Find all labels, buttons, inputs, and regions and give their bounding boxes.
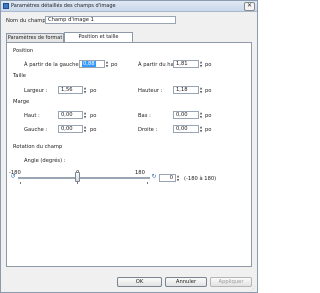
position-heading: Position bbox=[13, 48, 34, 54]
height-spinner[interactable]: ▲ ▼ bbox=[199, 86, 203, 94]
spin-down-icon[interactable]: ▼ bbox=[83, 90, 87, 94]
slider-tick bbox=[147, 182, 148, 184]
height-unit: po bbox=[205, 88, 212, 94]
spin-down-icon[interactable]: ▼ bbox=[176, 178, 180, 182]
size-heading: Taille bbox=[13, 73, 27, 79]
tab-position-size[interactable]: Position et taille bbox=[64, 32, 133, 42]
title-bar: Paramètres détaillés des champs d'image … bbox=[1, 1, 257, 12]
angle-spinner[interactable]: ▲ ▼ bbox=[176, 174, 180, 182]
angle-input[interactable]: 0 bbox=[159, 174, 176, 182]
margin-heading: Marge bbox=[13, 99, 30, 105]
position-top-unit: po bbox=[205, 62, 212, 68]
field-name-label: Nom du champ: bbox=[6, 18, 48, 24]
margin-top-unit: po bbox=[90, 113, 97, 119]
rotation-slider-track[interactable] bbox=[18, 177, 150, 179]
ok-button[interactable]: OK bbox=[117, 277, 162, 287]
width-value: 1,56 bbox=[61, 87, 73, 93]
spin-down-icon[interactable]: ▼ bbox=[199, 64, 203, 68]
position-left-label: À partir de la gauche : bbox=[24, 62, 82, 68]
rotate-right-icon[interactable]: ↻ bbox=[151, 174, 157, 180]
margin-bottom-value: 0,00 bbox=[176, 112, 188, 118]
app-icon bbox=[3, 3, 9, 9]
margin-right-input[interactable]: 0,00 bbox=[173, 125, 199, 133]
cancel-button[interactable]: Annuler bbox=[165, 277, 207, 287]
angle-range-hint: (-180 à 180) bbox=[184, 176, 217, 182]
margin-top-spinner[interactable]: ▲ ▼ bbox=[83, 111, 87, 119]
margin-bottom-unit: po bbox=[205, 113, 212, 119]
position-top-value: 1,81 bbox=[176, 61, 188, 67]
position-left-input[interactable]: 0,88 bbox=[79, 60, 105, 68]
slider-tick bbox=[20, 182, 21, 184]
margin-top-label: Haut : bbox=[24, 113, 40, 119]
spin-down-icon[interactable]: ▼ bbox=[199, 129, 203, 133]
rotate-left-icon[interactable]: ↺ bbox=[10, 174, 16, 180]
tab-format-settings[interactable]: Paramètres de format bbox=[6, 33, 64, 42]
field-name-input[interactable]: Champ d'image 1 bbox=[45, 16, 176, 24]
position-left-unit: po bbox=[111, 62, 118, 68]
rotation-heading: Rotation du champ bbox=[13, 144, 63, 150]
margin-bottom-input[interactable]: 0,00 bbox=[173, 111, 199, 119]
rotation-slider-thumb[interactable] bbox=[75, 172, 80, 182]
position-top-spinner[interactable]: ▲ ▼ bbox=[199, 60, 203, 68]
angle-label: Angle (degrés) : bbox=[24, 158, 66, 164]
spin-down-icon[interactable]: ▼ bbox=[83, 129, 87, 133]
spin-down-icon[interactable]: ▼ bbox=[199, 115, 203, 119]
tab-panel bbox=[6, 42, 252, 267]
width-unit: po bbox=[90, 88, 97, 94]
field-name-value: Champ d'image 1 bbox=[48, 17, 94, 23]
width-spinner[interactable]: ▲ ▼ bbox=[83, 86, 87, 94]
slider-max-label: 180 bbox=[135, 170, 145, 176]
apply-button[interactable]: Appliquer bbox=[210, 277, 252, 287]
position-left-spinner[interactable]: ▲ ▼ bbox=[105, 60, 109, 68]
height-label: Hauteur : bbox=[138, 88, 163, 94]
width-label: Largeur : bbox=[24, 88, 48, 94]
height-input[interactable]: 1,18 bbox=[173, 86, 199, 94]
width-input[interactable]: 1,56 bbox=[58, 86, 83, 94]
margin-right-value: 0,00 bbox=[176, 126, 188, 132]
spin-down-icon[interactable]: ▼ bbox=[105, 64, 109, 68]
margin-left-input[interactable]: 0,00 bbox=[58, 125, 83, 133]
spin-down-icon[interactable]: ▼ bbox=[83, 115, 87, 119]
margin-bottom-spinner[interactable]: ▲ ▼ bbox=[199, 111, 203, 119]
margin-right-spinner[interactable]: ▲ ▼ bbox=[199, 125, 203, 133]
spin-down-icon[interactable]: ▼ bbox=[199, 90, 203, 94]
margin-right-unit: po bbox=[205, 127, 212, 133]
margin-left-spinner[interactable]: ▲ ▼ bbox=[83, 125, 87, 133]
margin-top-value: 0,00 bbox=[61, 112, 73, 118]
margin-bottom-label: Bas : bbox=[138, 113, 151, 119]
margin-left-unit: po bbox=[90, 127, 97, 133]
margin-left-value: 0,00 bbox=[61, 126, 73, 132]
angle-value: 0 bbox=[169, 175, 173, 181]
dialog-window: Paramètres détaillés des champs d'image … bbox=[0, 0, 258, 293]
resize-grip-icon[interactable]: ⋰ bbox=[251, 286, 256, 292]
close-button[interactable]: ✕ bbox=[244, 2, 255, 11]
slider-tick bbox=[77, 182, 78, 184]
margin-top-input[interactable]: 0,00 bbox=[58, 111, 83, 119]
margin-right-label: Droite : bbox=[138, 127, 158, 133]
window-title: Paramètres détaillés des champs d'image bbox=[11, 3, 116, 9]
position-top-input[interactable]: 1,81 bbox=[173, 60, 199, 68]
position-left-value: 0,88 bbox=[82, 61, 96, 67]
margin-left-label: Gauche : bbox=[24, 127, 48, 133]
height-value: 1,18 bbox=[176, 87, 188, 93]
